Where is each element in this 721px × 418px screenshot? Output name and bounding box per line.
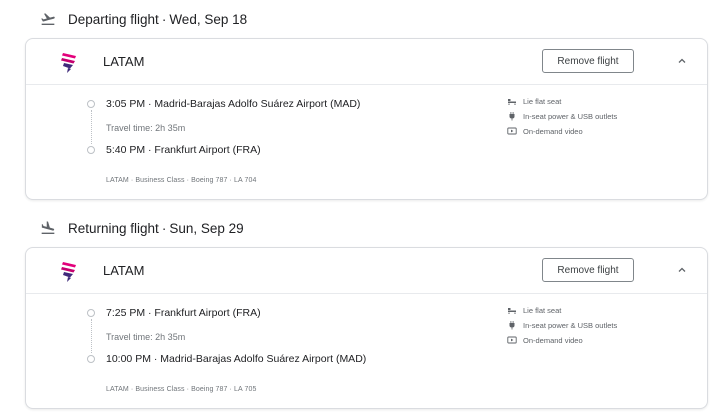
route-line	[90, 110, 92, 144]
chevron-up-icon[interactable]	[674, 53, 690, 69]
returning-flight-date: Sun, Sep 29	[169, 220, 244, 236]
amenity-label: On-demand video	[523, 126, 583, 136]
remove-flight-button[interactable]: Remove flight	[542, 258, 634, 282]
travel-time: Travel time: 2h 35m	[106, 123, 186, 133]
flight-details: LATAM · Business Class · Boeing 787 · LA…	[106, 386, 257, 393]
returning-flight-header: Returning flight · Sun, Sep 29	[40, 218, 244, 238]
departing-flight-card: LATAM Remove flight 3:05 PM · Madrid-Bar…	[25, 38, 708, 200]
amenity-video: On-demand video	[507, 126, 583, 136]
amenity-video: On-demand video	[507, 335, 583, 345]
departing-separator: ·	[161, 11, 167, 27]
amenity-power: In-seat power & USB outlets	[507, 320, 617, 330]
power-outlet-icon	[507, 111, 517, 121]
latam-logo-icon	[59, 50, 81, 74]
departure-time-airport: 7:25 PM · Frankfurt Airport (FRA)	[106, 307, 261, 319]
amenity-power: In-seat power & USB outlets	[507, 111, 617, 121]
remove-flight-button[interactable]: Remove flight	[542, 49, 634, 73]
power-outlet-icon	[507, 320, 517, 330]
amenity-label: Lie flat seat	[523, 96, 562, 106]
flight-card-body: 7:25 PM · Frankfurt Airport (FRA) Travel…	[26, 294, 707, 408]
departure-stop-icon	[87, 309, 95, 317]
flight-card-body: 3:05 PM · Madrid-Barajas Adolfo Suárez A…	[26, 85, 707, 199]
lie-flat-seat-icon	[507, 96, 517, 106]
departure-stop-icon	[87, 100, 95, 108]
chevron-up-icon[interactable]	[674, 262, 690, 278]
video-icon	[507, 335, 517, 345]
amenity-lie-flat: Lie flat seat	[507, 305, 561, 315]
departure-time-airport: 3:05 PM · Madrid-Barajas Adolfo Suárez A…	[106, 98, 361, 110]
flight-details: LATAM · Business Class · Boeing 787 · LA…	[106, 177, 257, 184]
amenity-label: On-demand video	[523, 335, 583, 345]
returning-flight-card: LATAM Remove flight 7:25 PM · Frankfurt …	[25, 247, 708, 409]
route-line	[90, 319, 92, 353]
departing-flight-date: Wed, Sep 18	[169, 11, 248, 27]
arrival-time-airport: 5:40 PM · Frankfurt Airport (FRA)	[106, 144, 261, 156]
lie-flat-seat-icon	[507, 305, 517, 315]
amenity-label: In-seat power & USB outlets	[523, 320, 618, 330]
landing-icon	[40, 220, 56, 236]
returning-separator: ·	[161, 220, 167, 236]
arrival-stop-icon	[87, 355, 95, 363]
arrival-stop-icon	[87, 146, 95, 154]
takeoff-icon	[40, 11, 56, 27]
returning-flight-label: Returning flight	[68, 220, 159, 236]
amenity-lie-flat: Lie flat seat	[507, 96, 561, 106]
departing-flight-label: Departing flight	[68, 11, 159, 27]
airline-name: LATAM	[103, 263, 145, 278]
arrival-time-airport: 10:00 PM · Madrid-Barajas Adolfo Suárez …	[106, 353, 367, 365]
flight-card-header: LATAM Remove flight	[26, 248, 707, 294]
latam-logo-icon	[59, 259, 81, 283]
airline-name: LATAM	[103, 54, 145, 69]
departing-flight-header: Departing flight · Wed, Sep 18	[40, 9, 247, 29]
travel-time: Travel time: 2h 35m	[106, 332, 186, 342]
amenity-label: In-seat power & USB outlets	[523, 111, 618, 121]
video-icon	[507, 126, 517, 136]
amenity-label: Lie flat seat	[523, 305, 562, 315]
flight-card-header: LATAM Remove flight	[26, 39, 707, 85]
